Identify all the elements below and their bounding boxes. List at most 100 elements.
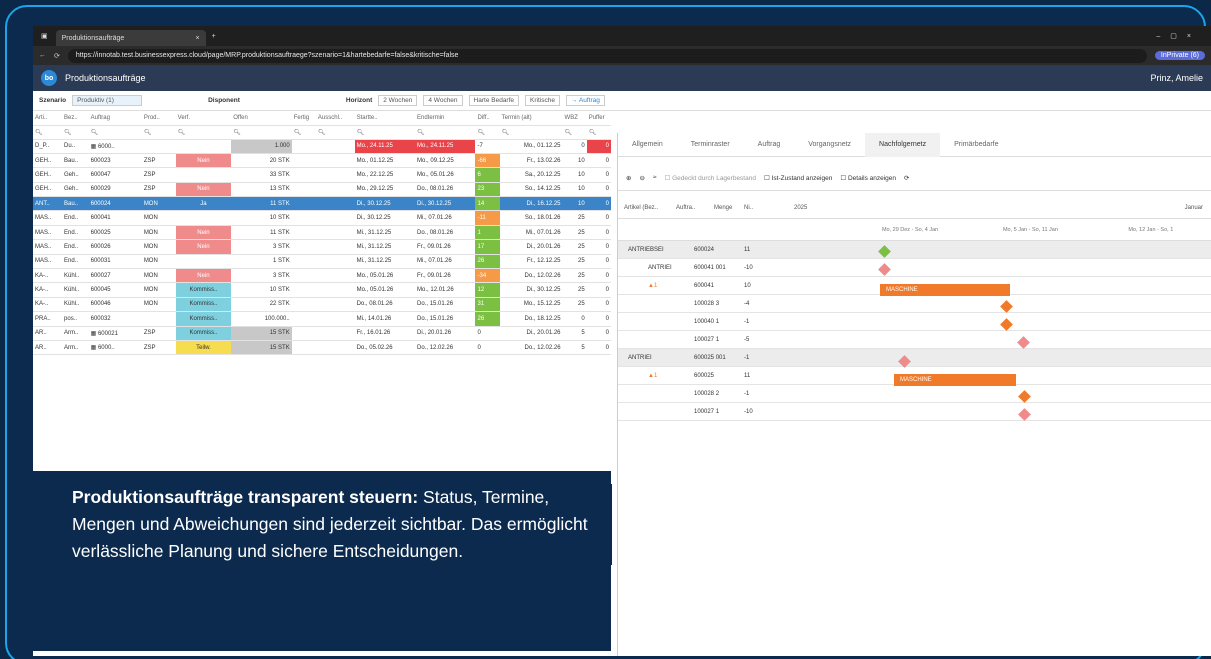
column-header[interactable]: Arti.. (33, 111, 63, 126)
table-cell: So., 14.12.25 (499, 182, 563, 198)
gantt-row[interactable]: ANTRIEI 600041 001 -10 (618, 259, 1211, 277)
gantt-row[interactable]: ANTRIEBSEI 600024 11 (618, 241, 1211, 259)
tab-vorgangsnetz[interactable]: Vorgangsnetz (794, 133, 865, 157)
column-header[interactable]: Termin (alt) (499, 111, 563, 126)
column-header[interactable]: Endtermin (415, 111, 476, 126)
search-icon[interactable]: 🔍︎ (175, 125, 232, 140)
column-header[interactable]: WBZ (562, 111, 587, 126)
table-row[interactable]: KA-.. Kühl.. 600046 MON Kommiss.. 22 STK Do., … (33, 297, 611, 313)
table-row[interactable]: GEH.. Bau.. 600023 ZSP Nein 20 STK Mo., 01.12.… (33, 153, 611, 169)
table-row[interactable]: KA-.. Kühl.. 600045 MON Kommiss.. 10 STK Mo., … (33, 282, 611, 298)
column-header[interactable]: Fertig (291, 111, 316, 126)
close-icon[interactable]: × (196, 35, 200, 42)
profile-badge[interactable]: InPrivate (6) (1154, 51, 1205, 60)
search-icon[interactable]: 🔍︎ (415, 125, 476, 140)
gantt-column[interactable]: Artikel (Bez.. (618, 205, 670, 211)
search-icon[interactable]: 🔍︎ (88, 125, 142, 140)
url-field[interactable]: https://innotab.test.businessexpress.clo… (67, 48, 1147, 63)
tab-primärbedarfe[interactable]: Primärbedarfe (940, 133, 1012, 157)
table-cell: 33 STK (231, 167, 292, 183)
table-row[interactable]: MAS.. End.. 600026 MON Nein 3 STK Mi., 31.12.2… (33, 239, 611, 255)
table-cell: AR.. (33, 340, 63, 356)
table-cell: Mo., 29.12.25 (354, 182, 416, 198)
search-icon[interactable]: 🔍︎ (62, 125, 89, 140)
column-header[interactable]: Puffer (586, 111, 611, 126)
table-row[interactable]: KA-.. Kühl.. 600027 MON Nein 3 STK Mo., 05.01.… (33, 268, 611, 284)
column-header[interactable]: Ausschl.. (315, 111, 355, 126)
horizont-4w[interactable]: 4 Wochen (423, 95, 463, 106)
table-row[interactable]: MAS.. End.. 600025 MON Nein 11 STK Mi., 31.12.… (33, 225, 611, 241)
column-header[interactable]: Offen (231, 111, 292, 126)
table-cell: ZSP (141, 340, 176, 356)
table-cell: KA-.. (33, 297, 63, 313)
kritische-toggle[interactable]: Kritische (525, 95, 560, 106)
gantt-column[interactable]: Menge (708, 205, 738, 211)
column-header[interactable]: Bez.. (62, 111, 89, 126)
gantt-row[interactable]: ANTRIEI 600025 001 -1 (618, 349, 1211, 367)
table-cell: GEH.. (33, 153, 63, 169)
auftrag-button[interactable]: → Auftrag (565, 95, 605, 106)
search-icon[interactable]: 🔍︎ (586, 125, 611, 140)
tab-auftrag[interactable]: Auftrag (744, 133, 795, 157)
details-checkbox[interactable]: ☐ Details anzeigen (840, 174, 896, 182)
search-icon[interactable]: 🔍︎ (354, 125, 416, 140)
back-icon[interactable]: ← (39, 52, 46, 59)
szenario-select[interactable]: Produktiv (1) (72, 95, 143, 106)
tab-nachfolgernetz[interactable]: Nachfolgernetz (865, 132, 941, 157)
ist-checkbox[interactable]: ☐ Ist-Zustand anzeigen (764, 174, 832, 182)
search-icon[interactable]: 🔍︎ (231, 125, 292, 140)
column-header[interactable]: Verf. (175, 111, 232, 126)
window-controls[interactable]: –▢× (1156, 32, 1211, 40)
table-cell: Mo., 05.01.26 (354, 282, 416, 298)
gantt-column[interactable]: Auftra.. (670, 205, 708, 211)
gantt-cell: 10 (744, 282, 751, 289)
table-cell: Do., 18.12.25 (499, 311, 563, 327)
column-header[interactable]: Diff.. (475, 111, 500, 126)
search-icon[interactable]: 🔍︎ (475, 125, 500, 140)
gantt-cell: ▲1 (648, 282, 658, 289)
column-header[interactable]: Startte.. (354, 111, 416, 126)
search-icon[interactable]: 🔍︎ (33, 125, 63, 140)
gantt-column[interactable]: Ni.. (738, 205, 788, 211)
table-cell (315, 297, 355, 313)
table-cell: 26 (475, 311, 500, 327)
orders-table: Arti.. Bez.. Auftrag Prod.. Verf. Offen Fertig… (33, 111, 611, 356)
search-icon[interactable]: 🔍︎ (315, 125, 355, 140)
table-row[interactable]: MAS.. End.. 600041 MON 10 STK Di., 30.12.25 Mi… (33, 210, 611, 226)
table-row[interactable]: GEH.. Geh.. 600029 ZSP Nein 13 STK Mo., 29.12.… (33, 182, 611, 198)
column-header[interactable]: Prod.. (141, 111, 176, 126)
user-menu[interactable]: Prinz, Amelie (1150, 73, 1203, 83)
column-header[interactable]: Auftrag (88, 111, 142, 126)
gantt-row[interactable]: 100028 3 -4 (618, 295, 1211, 313)
gantt-row[interactable]: 100027 1 -10 (618, 403, 1211, 421)
gantt-row[interactable]: 100027 1 -5 (618, 331, 1211, 349)
harte-bedarfe-toggle[interactable]: Harte Bedarfe (468, 95, 520, 106)
tab-terminraster[interactable]: Terminraster (677, 133, 744, 157)
table-row[interactable]: D_P.. Du.. ▦ 6000.. 1.000 Mo., 24.11.25 Mo., … (33, 139, 611, 154)
gantt-row[interactable]: 100040 1 -1 (618, 313, 1211, 331)
search-icon[interactable]: 🔍︎ (499, 125, 563, 140)
gedeckt-checkbox[interactable]: ☐ Gedeckt durch Lagerbestand (664, 174, 755, 182)
table-row[interactable]: ANT.. Bau.. 600024 MON Ja 11 STK Di., 30.12.25… (33, 196, 611, 212)
table-row[interactable]: GEH.. Geh.. 600047 ZSP 33 STK Mo., 22.12.25 Mo… (33, 167, 611, 183)
zoom-in-icon[interactable]: ⊕ (626, 174, 631, 182)
search-icon[interactable]: 🔍︎ (141, 125, 176, 140)
tab-allgemein[interactable]: Allgemein (618, 133, 677, 157)
refresh-icon[interactable]: ⟳ (904, 174, 909, 182)
zoom-out-icon[interactable]: ⊖ (639, 174, 644, 182)
horizont-2w[interactable]: 2 Wochen (378, 95, 418, 106)
search-icon[interactable]: 🔍︎ (562, 125, 587, 140)
gantt-row[interactable]: 100028 2 -1 (618, 385, 1211, 403)
table-cell: Mo., 05.01.26 (354, 268, 416, 284)
table-row[interactable]: PRA.. pos.. 600032 Kommiss.. 100.000.. Mi., 1… (33, 311, 611, 327)
search-icon[interactable]: 🔍︎ (291, 125, 316, 140)
reload-icon[interactable]: ⟳ (54, 52, 60, 60)
new-tab-icon[interactable]: + (206, 33, 222, 40)
table-row[interactable]: AR.. Arm.. ▦ 600021 ZSP Kommiss.. 15 STK Fr., … (33, 326, 611, 341)
production-bar[interactable]: MASCHINE (894, 374, 1016, 386)
expand-icon[interactable]: ≈ (653, 174, 657, 181)
table-row[interactable]: AR.. Arm.. ▦ 6000.. ZSP Teilw. 15 STK Do., 05.… (33, 340, 611, 356)
table-row[interactable]: MAS.. End.. 600031 MON 1 STK Mi., 31.12.25 Mi.… (33, 254, 611, 270)
production-bar[interactable]: MASCHINE (880, 284, 1010, 296)
browser-tab[interactable]: Produktionsaufträge × (55, 30, 206, 46)
